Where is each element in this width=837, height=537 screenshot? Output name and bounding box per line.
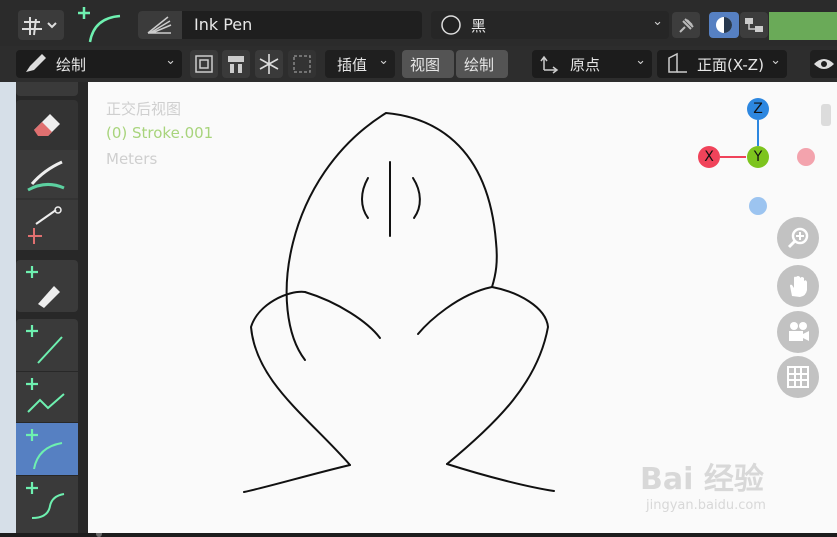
interpolate-dropdown[interactable]: 插值 ⌄ [325,50,395,78]
curve-icon [26,482,65,519]
mode-dropdown[interactable]: 绘制 ⌄ [16,50,182,78]
view-menu[interactable]: 视图 [402,50,454,78]
cutter-icon [28,206,62,244]
chevron-down-icon: ⌄ [770,53,781,68]
mode-label: 绘制 [56,56,87,74]
tool-eyedropper[interactable] [16,260,78,312]
tool-shelf [16,82,102,537]
brush-icon [147,16,172,34]
fill-mode-toggle[interactable] [709,12,739,38]
gizmo-z-axis[interactable]: Z [747,98,769,120]
material-selector[interactable]: 黑 ⌄ [431,11,669,39]
stroke-right-inner [417,286,493,335]
freeze-button[interactable] [255,50,283,78]
material-sphere-icon [441,15,461,35]
stroke-left-lobe [249,290,351,466]
plane-icon [668,52,687,73]
brush-preview [138,11,182,39]
color-swatch[interactable] [769,12,837,40]
stroke-head [285,111,498,361]
chevron-down-icon: ⌄ [635,53,646,68]
grid-button[interactable] [777,356,819,398]
eraser-icon [34,114,60,136]
stroke-left-bracket [361,177,369,219]
zoom-icon [787,227,809,249]
camera-icon [789,322,809,341]
brush-selector[interactable]: Ink Pen [138,11,422,39]
line-icon [26,325,63,364]
autolock-button[interactable] [222,50,250,78]
top-header: Ink Pen 黑 ⌄ [0,0,837,46]
pin-button[interactable] [672,12,700,38]
gizmo-y-axis[interactable]: Y [747,146,769,168]
eye-icon [814,59,834,69]
gizmo-x-line [720,156,746,158]
tool-line[interactable] [16,319,78,371]
window-edge [0,82,16,533]
watermark: Bai 经验 jingyan.baidu.com [640,454,766,513]
hierarchy-icon [745,18,763,32]
multiframe-icon [293,55,311,73]
tool-tint[interactable] [16,150,78,198]
stroke-right-bracket [412,177,421,219]
chevron-down-icon: ⌄ [165,53,176,68]
tool-polyline[interactable] [16,372,78,422]
chevron-down-icon: ⌄ [378,53,389,68]
origin-label: 原点 [570,56,601,74]
pencil-icon [26,54,46,72]
origin-dropdown[interactable]: 原点 ⌄ [532,50,652,78]
viewport-scrollbar[interactable] [821,104,831,126]
draw-menu[interactable]: 绘制 [456,50,508,78]
stroke-placement-icon [22,17,57,36]
half-circle-icon [716,17,732,33]
stroke-right-lobe [446,286,550,465]
gizmo-x-axis[interactable]: X [698,146,720,168]
snowflake-icon [259,54,279,74]
tool-header: 绘制 ⌄ 插值 ⌄ 视图 绘制 原点 ⌄ 正面(X-Z) ⌄ [0,46,837,82]
layer-mask-button[interactable] [190,50,218,78]
stroke-left-inner [304,291,381,339]
multiframe-button[interactable] [288,50,316,78]
layers-icon [195,55,213,73]
tool-group-edit [16,100,78,250]
tool-partial[interactable] [16,82,78,96]
brush-name: Ink Pen [194,15,253,34]
draw-menu-label: 绘制 [464,56,495,74]
interpolate-label: 插值 [337,56,368,74]
gizmo-z-line [757,120,759,146]
origin-icon [540,55,559,74]
hand-icon [790,276,807,297]
view-menu-label: 视图 [410,56,441,74]
zoom-button[interactable] [777,217,819,259]
tool-erase[interactable] [16,100,78,148]
lock-layers-icon [228,56,244,73]
stroke-right-base [446,463,555,492]
pan-button[interactable] [777,265,819,307]
material-name: 黑 [471,17,487,35]
view-axis-label: 正面(X-Z) [697,56,764,74]
pin-icon [679,18,694,33]
tool-arc[interactable] [16,423,78,475]
view-axis-dropdown[interactable]: 正面(X-Z) ⌄ [657,50,787,78]
tool-cutter[interactable] [16,200,78,250]
stroke-placement-dropdown[interactable] [18,10,64,40]
gizmo-neg-z[interactable] [749,197,767,215]
grid-icon [787,366,809,388]
stroke-left-base [243,464,351,493]
curve-tool-button[interactable] [72,4,130,44]
polyline-icon [26,378,65,413]
gizmo-neg-x[interactable] [797,148,815,166]
hierarchy-toggle[interactable] [740,12,768,38]
chevron-down-icon: ⌄ [652,14,663,29]
watermark-url: jingyan.baidu.com [646,498,766,513]
watermark-logo: Bai 经验 [640,462,764,497]
eyedropper-icon [26,266,60,308]
overlay-button[interactable] [810,50,837,78]
curve-add-icon [78,7,121,43]
3d-viewport[interactable]: 正交后视图 (0) Stroke.001 Meters Z X Y Bai 经验… [88,82,837,533]
tint-icon [27,160,65,192]
arc-icon [26,429,63,470]
camera-button[interactable] [777,311,819,353]
tool-curve[interactable] [16,476,78,533]
